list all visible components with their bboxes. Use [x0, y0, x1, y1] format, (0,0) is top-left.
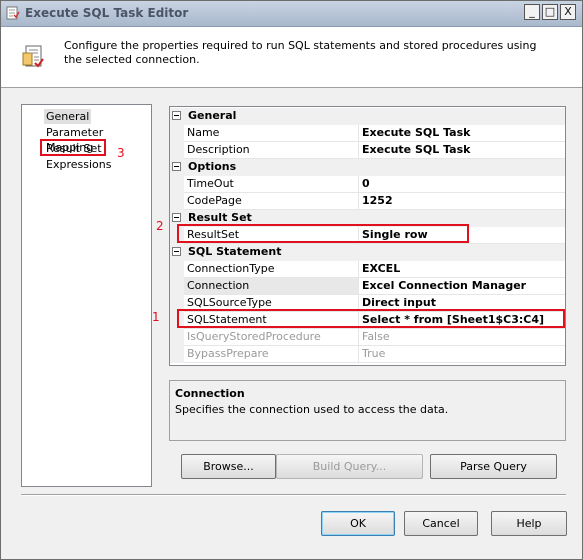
row-gutter — [170, 142, 184, 159]
property-value[interactable]: EXCEL — [359, 261, 565, 278]
ok-button[interactable]: OK — [321, 511, 395, 536]
window-controls: _ □ X — [524, 4, 576, 20]
property-value[interactable]: 0 — [359, 176, 565, 193]
close-button[interactable]: X — [560, 4, 576, 20]
category-general[interactable]: General — [170, 108, 565, 125]
category-label: Result Set — [188, 211, 252, 224]
window-title: Execute SQL Task Editor — [25, 6, 189, 20]
row-gutter — [170, 329, 184, 346]
property-row-connectiontype[interactable]: ConnectionType EXCEL — [170, 261, 565, 278]
row-gutter — [170, 278, 184, 295]
annotation-number-3: 3 — [117, 146, 125, 160]
row-gutter — [170, 261, 184, 278]
property-description-pane: Connection Specifies the connection used… — [169, 380, 566, 441]
property-name: TimeOut — [184, 176, 359, 193]
property-name: Description — [184, 142, 359, 159]
property-name: Name — [184, 125, 359, 142]
property-value[interactable]: Execute SQL Task — [359, 142, 565, 159]
property-value[interactable]: Execute SQL Task — [359, 125, 565, 142]
nav-item-expressions[interactable]: Expressions — [46, 157, 111, 172]
app-icon — [6, 6, 20, 20]
property-row-codepage[interactable]: CodePage 1252 — [170, 193, 565, 210]
category-sql-statement[interactable]: SQL Statement — [170, 244, 565, 261]
dialog-window: Execute SQL Task Editor _ □ X Configure … — [0, 0, 583, 560]
property-row-connection[interactable]: Connection Excel Connection Manager — [170, 278, 565, 295]
annotation-box-resultset-row — [177, 224, 469, 243]
property-row-isquerystoredprocedure[interactable]: IsQueryStoredProcedure False — [170, 329, 565, 346]
category-label: SQL Statement — [188, 245, 282, 258]
header-description: Configure the properties required to run… — [64, 39, 537, 66]
collapse-icon[interactable] — [172, 111, 181, 120]
browse-button[interactable]: Browse... — [181, 454, 276, 479]
annotation-box-sqlstatement-row — [177, 309, 565, 328]
description-title: Connection — [175, 387, 245, 400]
property-row-timeout[interactable]: TimeOut 0 — [170, 176, 565, 193]
property-row-bypassprepare[interactable]: BypassPrepare True — [170, 346, 565, 363]
annotation-box-result-set — [40, 139, 106, 156]
title-bar[interactable]: Execute SQL Task Editor _ □ X — [1, 1, 582, 27]
property-name: CodePage — [184, 193, 359, 210]
category-options[interactable]: Options — [170, 159, 565, 176]
row-gutter — [170, 193, 184, 210]
property-name: Connection — [184, 278, 359, 295]
build-query-button[interactable]: Build Query... — [276, 454, 423, 479]
dialog-header: Configure the properties required to run… — [1, 27, 582, 88]
row-gutter — [170, 125, 184, 142]
category-label: General — [188, 109, 237, 122]
description-text: Specifies the connection used to access … — [175, 403, 449, 416]
property-value[interactable]: True — [359, 346, 565, 363]
nav-item-general[interactable]: General — [44, 109, 92, 124]
collapse-icon[interactable] — [172, 213, 181, 222]
property-value[interactable]: 1252 — [359, 193, 565, 210]
minimize-button[interactable]: _ — [524, 4, 540, 20]
row-gutter — [170, 176, 184, 193]
maximize-button[interactable]: □ — [542, 4, 558, 20]
task-icon — [22, 45, 44, 68]
collapse-icon[interactable] — [172, 162, 181, 171]
property-row-name[interactable]: Name Execute SQL Task — [170, 125, 565, 142]
parse-query-button[interactable]: Parse Query — [430, 454, 557, 479]
collapse-icon[interactable] — [172, 247, 181, 256]
button-separator — [21, 494, 566, 496]
help-button[interactable]: Help — [491, 511, 567, 536]
property-name: ConnectionType — [184, 261, 359, 278]
nav-item-parameter-mapping[interactable]: Parameter Mapping — [46, 125, 151, 154]
property-value[interactable]: Excel Connection Manager — [359, 278, 565, 295]
page-navigation: General Parameter Mapping Result Set Exp… — [21, 104, 152, 487]
annotation-number-1: 1 — [152, 310, 160, 324]
property-name: BypassPrepare — [184, 346, 359, 363]
property-name: IsQueryStoredProcedure — [184, 329, 359, 346]
annotation-number-2: 2 — [156, 219, 164, 233]
category-label: Options — [188, 160, 237, 173]
property-value[interactable]: False — [359, 329, 565, 346]
property-row-description[interactable]: Description Execute SQL Task — [170, 142, 565, 159]
row-gutter — [170, 346, 184, 363]
cancel-button[interactable]: Cancel — [404, 511, 478, 536]
